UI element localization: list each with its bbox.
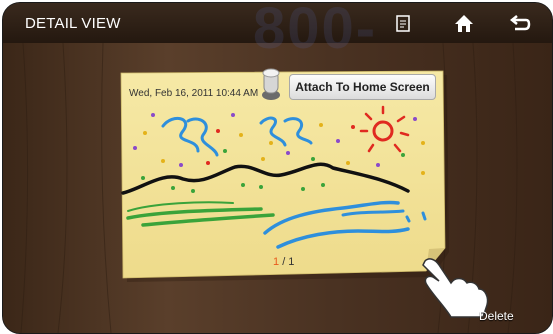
attach-to-home-screen-button[interactable]: Attach To Home Screen — [289, 74, 436, 100]
page-indicator: 1 / 1 — [273, 256, 294, 268]
pushpin-icon — [262, 68, 280, 100]
page-current: 1 — [273, 256, 280, 268]
note-timestamp: Wed, Feb 16, 2011 10:44 AM — [129, 88, 259, 99]
delete-button[interactable]: Delete — [479, 309, 514, 323]
page-total: / 1 — [282, 256, 295, 268]
device-screen: 800- DETAIL VIEW Wed, Feb 16, 2011 10:44… — [2, 2, 553, 334]
